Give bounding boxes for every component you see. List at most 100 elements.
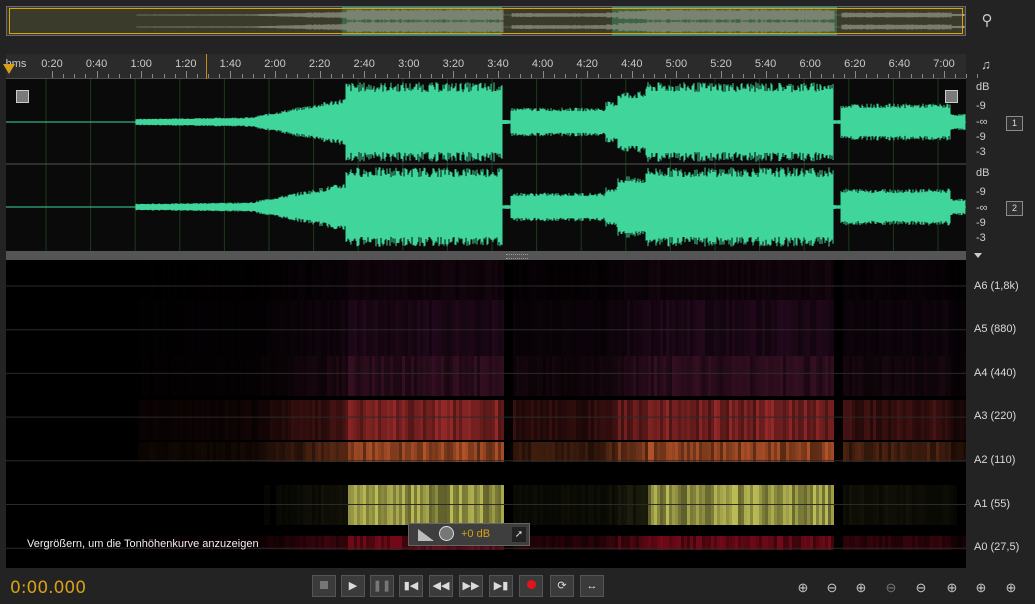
current-time-display[interactable]: 0:00.000 (10, 578, 86, 598)
pause-icon: ❚❚ (372, 580, 392, 592)
ruler-minor-tick (509, 74, 511, 78)
ruler-minor-tick (74, 74, 76, 78)
ruler-minor-tick (821, 74, 823, 78)
skip-selection-button[interactable]: ↔ (580, 575, 604, 597)
ruler-minor-tick (442, 74, 444, 78)
ruler-tick-label: 1:00 (130, 58, 152, 70)
time-ruler[interactable]: hms 0:20 0:40 1:00 1:20 1:40 2:00 2:20 2:40 3:00… (3, 54, 979, 79)
zoom-in-amplitude-button[interactable]: ⊕ (792, 578, 814, 598)
collapse-arrow-icon[interactable] (974, 253, 982, 258)
ruler-minor-tick (419, 74, 421, 78)
ruler-minor-tick (475, 74, 477, 78)
ruler-minor-tick (464, 74, 466, 78)
ruler-minor-tick (564, 74, 566, 78)
ruler-minor-tick (330, 74, 332, 78)
ruler-tick-label: 3:00 (398, 58, 420, 70)
ruler-tick-label: 2:40 (353, 58, 375, 70)
ruler-minor-tick (219, 74, 221, 78)
playhead-marker-icon[interactable] (3, 64, 15, 74)
ruler-minor-tick (397, 74, 399, 78)
ruler-minor-tick (665, 74, 667, 78)
overview-view-selection[interactable] (9, 8, 963, 34)
ruler-tick (542, 71, 544, 78)
ruler-minor-tick (921, 74, 923, 78)
waveform-display[interactable] (6, 79, 966, 251)
ruler-minor-tick (754, 74, 756, 78)
ruler-minor-tick (130, 74, 132, 78)
ruler-tick-label: 5:20 (710, 58, 732, 70)
clip-fade-out-handle-icon[interactable] (945, 90, 958, 103)
ruler-minor-tick (687, 74, 689, 78)
zoom-out-full-icon: ⊖ (915, 580, 927, 595)
stop-button[interactable] (312, 575, 336, 597)
zoom-out-amplitude-button[interactable]: ⊖ (821, 578, 843, 598)
play-button[interactable]: ▶ (341, 575, 365, 597)
ruler-tick (765, 71, 767, 78)
ruler-minor-tick (308, 74, 310, 78)
ruler-minor-tick (832, 74, 834, 78)
ruler-minor-tick (709, 74, 711, 78)
ruler-minor-tick (799, 74, 801, 78)
db-label: -9 (976, 100, 986, 112)
zoom-in-time-button[interactable]: ⊕ (850, 578, 872, 598)
zoom-in-right-button[interactable]: ⊕ (1000, 578, 1022, 598)
zoom-out-time-button[interactable]: ⊖ (880, 578, 902, 598)
gain-value[interactable]: +0 dB (461, 528, 490, 540)
view-splitter[interactable] (6, 251, 982, 260)
pitch-scale[interactable]: A6 (1,8k) A5 (880) A4 (440) A3 (220) A2 … (966, 260, 1035, 568)
ruler-minor-tick (654, 74, 656, 78)
amplitude-scale[interactable]: dB -9 -∞ -9 -3 1 dB -9 -∞ -9 -3 2 (966, 79, 1035, 251)
pitch-label: A5 (880) (974, 323, 1017, 335)
gain-hud[interactable]: +0 dB ➚ (408, 523, 530, 546)
ruler-minor-tick (353, 74, 355, 78)
ruler-minor-tick (888, 74, 890, 78)
stop-icon (320, 581, 328, 589)
db-label: -9 (976, 131, 986, 143)
ruler-tick-label: 2:00 (264, 58, 286, 70)
channel-1-button[interactable]: 1 (1006, 116, 1023, 131)
ruler-minor-tick (877, 74, 879, 78)
rewind-button[interactable]: ◀◀ (429, 575, 453, 597)
level-meter-icon (418, 529, 434, 541)
zoom-in-left-button[interactable]: ⊕ (970, 578, 992, 598)
ruler-minor-tick (118, 74, 120, 78)
ruler-tick-label: 1:40 (219, 58, 242, 70)
zoom-in-selection-button[interactable]: ⊕ (941, 578, 963, 598)
zoom-out-full-button[interactable]: ⊖ (910, 578, 932, 598)
ruler-minor-tick (241, 74, 243, 78)
pause-button[interactable]: ❚❚ (370, 575, 394, 597)
ruler-tick-label: 0:40 (85, 58, 108, 70)
ruler-minor-tick (107, 74, 109, 78)
pitch-label: A0 (27,5) (974, 541, 1020, 553)
ruler-minor-tick (63, 74, 65, 78)
clip-fade-in-handle-icon[interactable] (16, 90, 29, 103)
ruler-tick-label: 6:00 (799, 58, 821, 70)
channel-2-button[interactable]: 2 (1006, 201, 1023, 216)
ruler-minor-tick (642, 74, 644, 78)
fast-forward-icon: ▶▶ (462, 580, 480, 592)
pitch-zoom-hint: Vergrößern, um die Tonhöhenkurve anzuzei… (27, 538, 259, 550)
loop-button[interactable]: ⟳ (550, 575, 574, 597)
ruler-tick (587, 71, 589, 78)
record-button[interactable] (519, 575, 543, 597)
ruler-minor-tick (486, 74, 488, 78)
ruler-minor-tick (196, 74, 198, 78)
ruler-minor-tick (341, 74, 343, 78)
splitter-grip-icon[interactable] (506, 254, 528, 259)
ruler-tick (319, 71, 321, 78)
ruler-minor-tick (386, 74, 388, 78)
ruler-minor-tick (208, 74, 210, 78)
skip-to-start-button[interactable]: ▮◀ (399, 575, 423, 597)
fast-forward-button[interactable]: ▶▶ (459, 575, 483, 597)
zoom-navigator-icon[interactable]: ⚲ (976, 10, 998, 32)
ruler-minor-tick (297, 74, 299, 78)
spectral-pitch-display[interactable] (6, 260, 966, 568)
ruler-minor-tick (955, 74, 957, 78)
headphone-icon[interactable]: ♫ (976, 57, 996, 75)
gain-knob-icon[interactable] (439, 526, 454, 541)
pin-icon[interactable]: ➚ (512, 527, 526, 542)
loop-icon: ⟳ (557, 580, 567, 592)
skip-to-end-button[interactable]: ▶▮ (489, 575, 513, 597)
ruler-tick-label: 3:40 (487, 58, 509, 70)
ruler-minor-tick (910, 74, 912, 78)
